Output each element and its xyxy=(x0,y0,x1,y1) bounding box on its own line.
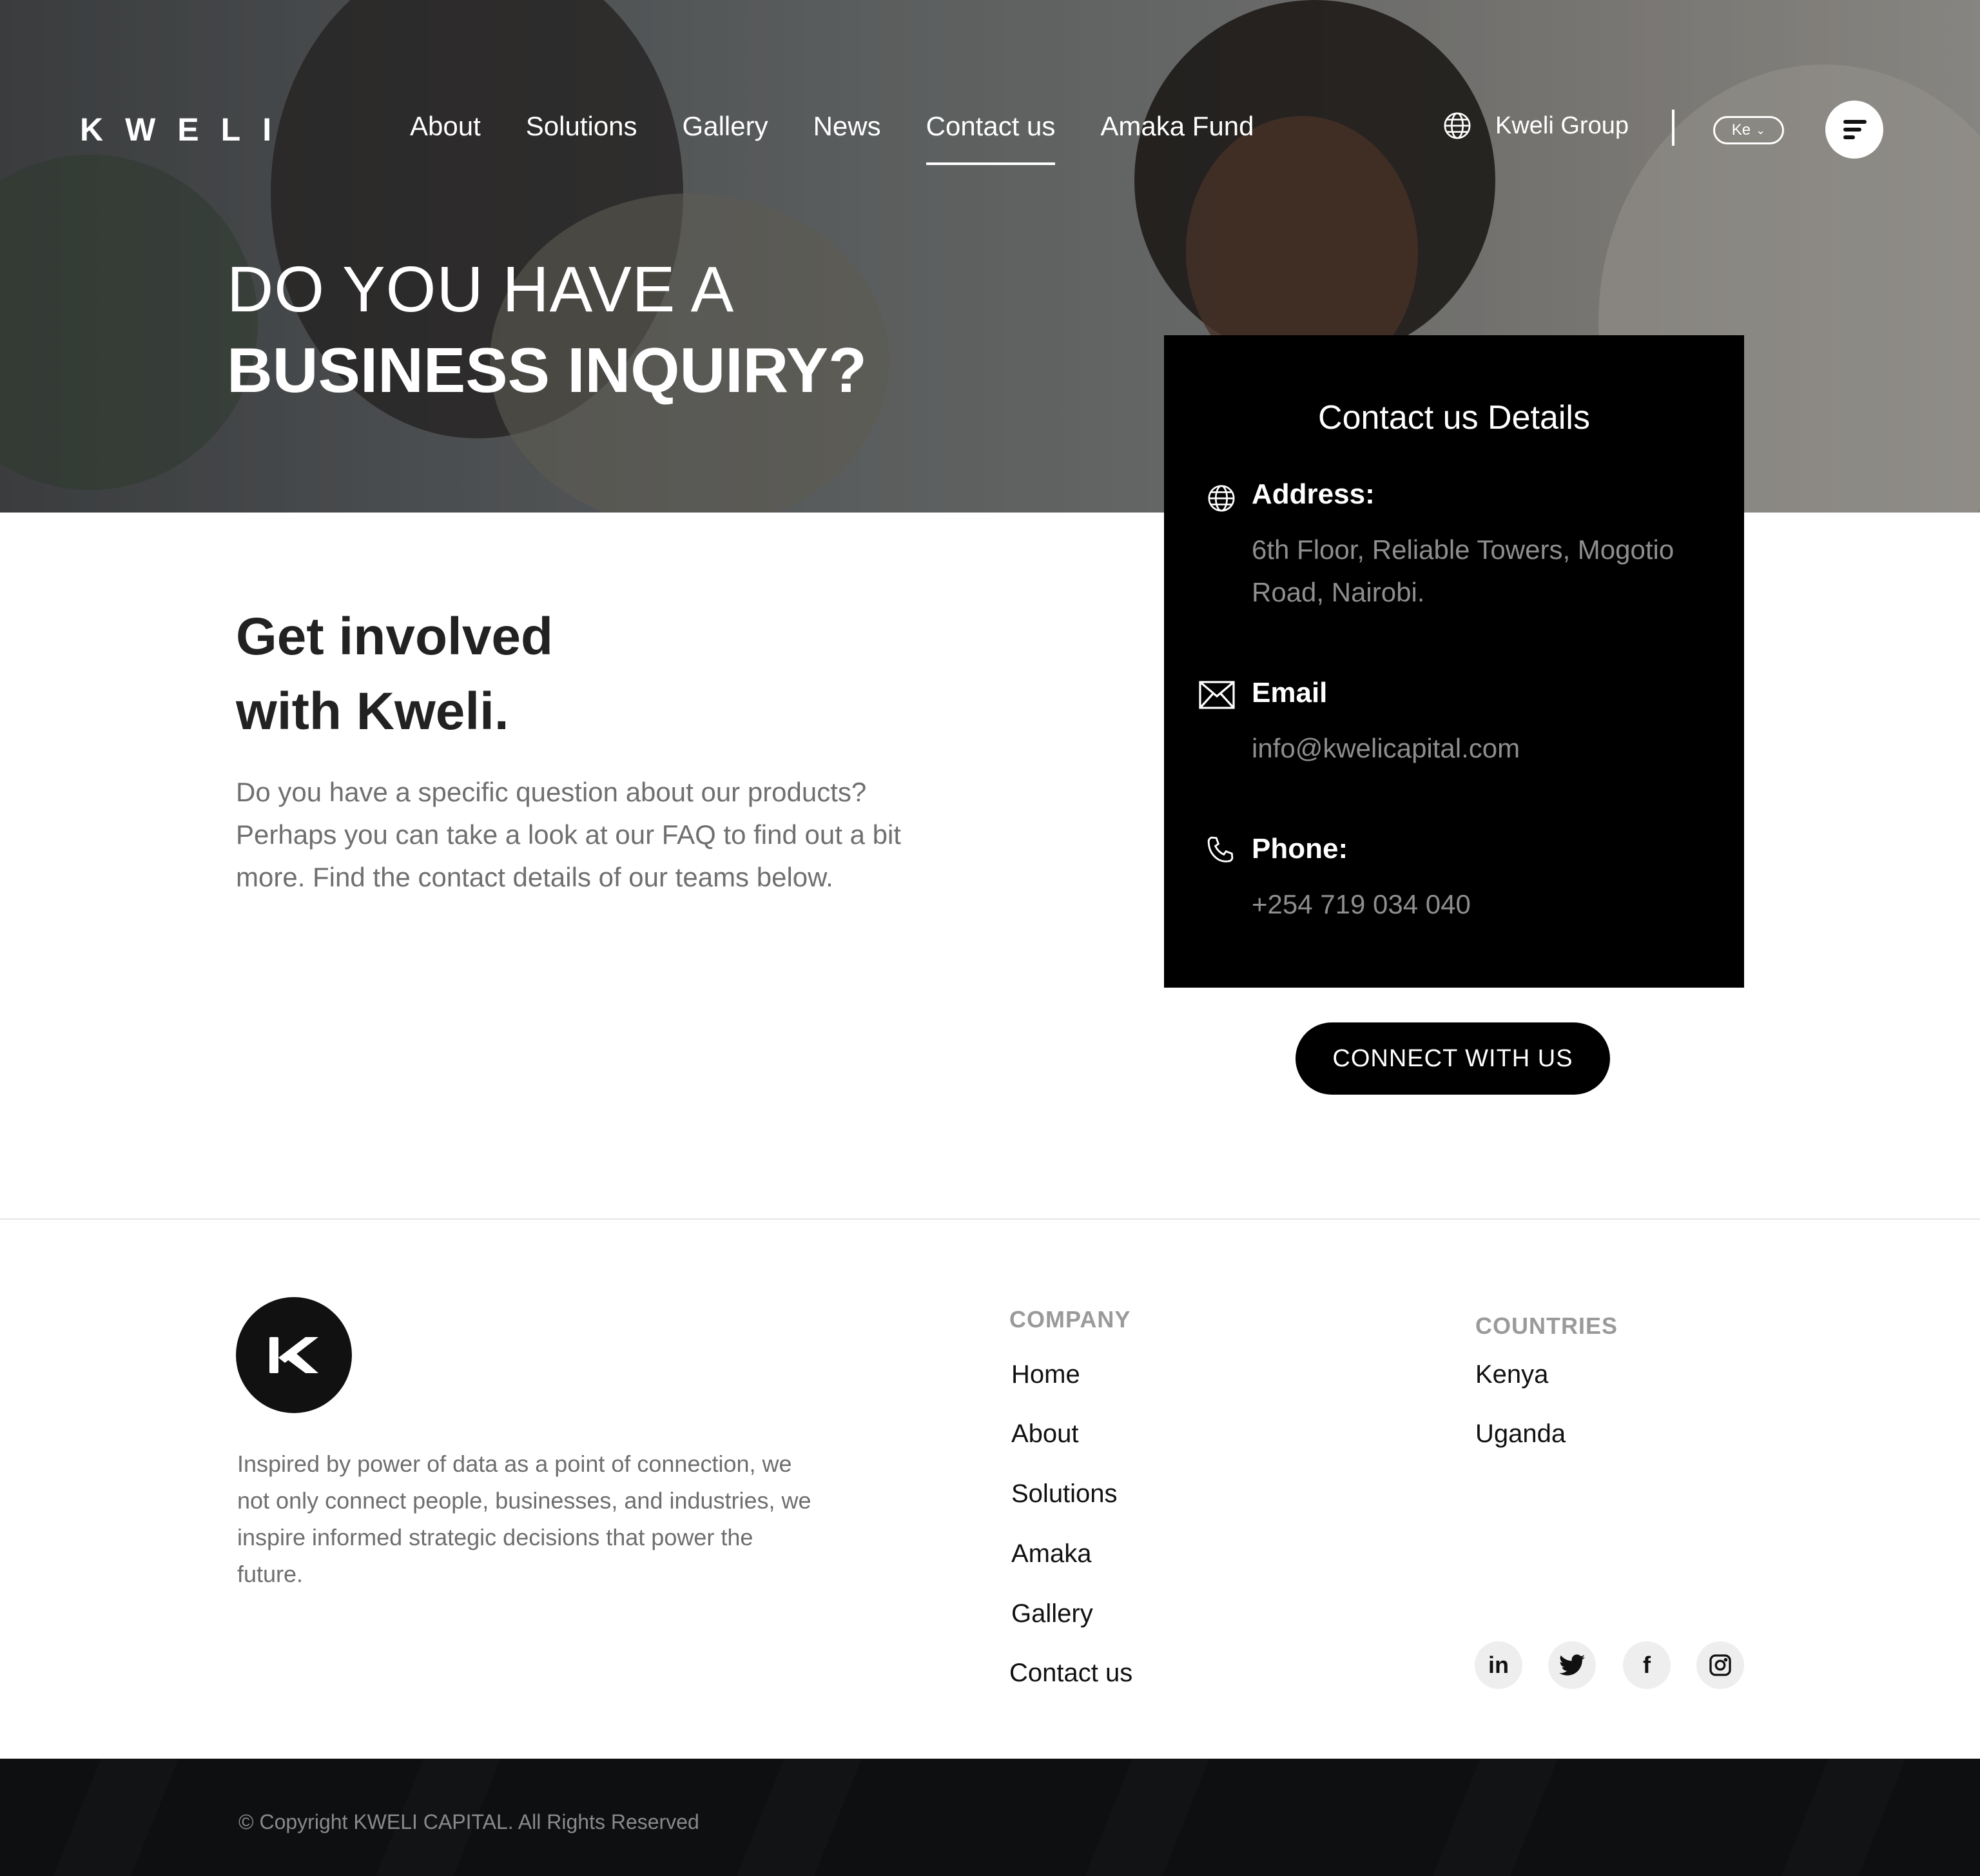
mail-icon xyxy=(1199,681,1235,709)
hero-heading-line1: DO YOU HAVE A xyxy=(227,253,735,326)
footer-link-amaka[interactable]: Amaka xyxy=(1011,1539,1092,1568)
instagram-icon[interactable] xyxy=(1696,1641,1744,1689)
nav-about[interactable]: About xyxy=(410,110,481,148)
address-value: 6th Floor, Reliable Towers, Mogotio Road… xyxy=(1252,534,1674,607)
nav-news[interactable]: News xyxy=(813,110,881,148)
bar-pattern xyxy=(1433,1759,1558,1876)
address-label: Address: xyxy=(1252,478,1375,510)
copyright-text: © Copyright KWELI CAPITAL. All Rights Re… xyxy=(238,1810,699,1833)
bar-pattern xyxy=(1085,1759,1210,1876)
email-label: Email xyxy=(1252,677,1328,708)
language-select[interactable]: Ke ⌄ xyxy=(1713,116,1784,144)
menu-button[interactable] xyxy=(1825,101,1883,159)
connect-with-us-button[interactable]: CONNECT WITH US xyxy=(1296,1022,1610,1095)
countries-heading: COUNTRIES xyxy=(1475,1313,1618,1339)
nav-gallery[interactable]: Gallery xyxy=(683,110,768,148)
country-kenya[interactable]: Kenya xyxy=(1475,1360,1548,1389)
footer-link-gallery[interactable]: Gallery xyxy=(1011,1599,1093,1628)
kweli-k-logo-icon xyxy=(269,1337,318,1373)
intro-title-line1: Get involved xyxy=(236,607,554,666)
footer-link-home[interactable]: Home xyxy=(1011,1360,1080,1389)
bar-pattern xyxy=(53,1759,179,1876)
kweli-group-label: Kweli Group xyxy=(1495,112,1629,139)
footer-description: Inspired by power of data as a point of … xyxy=(237,1451,811,1587)
bar-pattern xyxy=(737,1759,862,1876)
twitter-bird-icon xyxy=(1559,1654,1585,1676)
linkedin-glyph: in xyxy=(1488,1652,1509,1678)
phone-label: Phone: xyxy=(1252,833,1348,865)
contact-card-title: Contact us Details xyxy=(1318,399,1590,436)
globe-icon xyxy=(1208,485,1235,512)
intro-title-line2: with Kweli. xyxy=(236,682,509,741)
instagram-glyph-icon xyxy=(1709,1654,1731,1676)
footer-link-solutions[interactable]: Solutions xyxy=(1011,1480,1118,1509)
kweli-logo[interactable]: KWELI xyxy=(80,111,293,148)
intro-text: Do you have a specific question about ou… xyxy=(236,777,901,892)
footer-link-about[interactable]: About xyxy=(1011,1420,1079,1449)
footer-link-contact-us[interactable]: Contact us xyxy=(1009,1659,1132,1688)
footer-bottom-bar: © Copyright KWELI CAPITAL. All Rights Re… xyxy=(0,1759,1980,1876)
linkedin-icon[interactable]: in xyxy=(1475,1641,1522,1689)
phone-value[interactable]: +254 719 034 040 xyxy=(1252,883,1722,926)
email-value[interactable]: info@kwelicapital.com xyxy=(1252,727,1722,770)
facebook-glyph: f xyxy=(1643,1652,1651,1678)
menu-icon-bar xyxy=(1843,120,1867,124)
language-value: Ke xyxy=(1731,121,1751,139)
country-uganda[interactable]: Uganda xyxy=(1475,1420,1566,1449)
nav-amaka-fund[interactable]: Amaka Fund xyxy=(1100,110,1254,148)
hero-heading-line2: BUSINESS INQUIRY? xyxy=(227,335,867,405)
company-heading: COMPANY xyxy=(1009,1306,1131,1333)
nav-solutions[interactable]: Solutions xyxy=(526,110,637,148)
kweli-group-link[interactable]: Kweli Group xyxy=(1442,111,1629,141)
menu-icon-bar xyxy=(1843,135,1855,139)
menu-icon-bar xyxy=(1843,128,1861,132)
footer-logo[interactable] xyxy=(236,1297,352,1413)
phone-icon xyxy=(1207,836,1234,863)
twitter-icon[interactable] xyxy=(1548,1641,1596,1689)
facebook-icon[interactable]: f xyxy=(1623,1641,1671,1689)
main-nav: About Solutions Gallery News Contact us … xyxy=(410,110,1299,165)
nav-contact-us[interactable]: Contact us xyxy=(926,110,1055,165)
chevron-down-icon: ⌄ xyxy=(1756,123,1766,137)
header-divider xyxy=(1672,110,1674,146)
section-divider xyxy=(0,1218,1980,1220)
bar-pattern xyxy=(1781,1759,1906,1876)
globe-icon xyxy=(1444,112,1471,139)
intro-title: Get involved with Kweli. xyxy=(236,600,553,749)
contact-details-card: Contact us Details Address: 6th Floor, R… xyxy=(1164,335,1744,988)
